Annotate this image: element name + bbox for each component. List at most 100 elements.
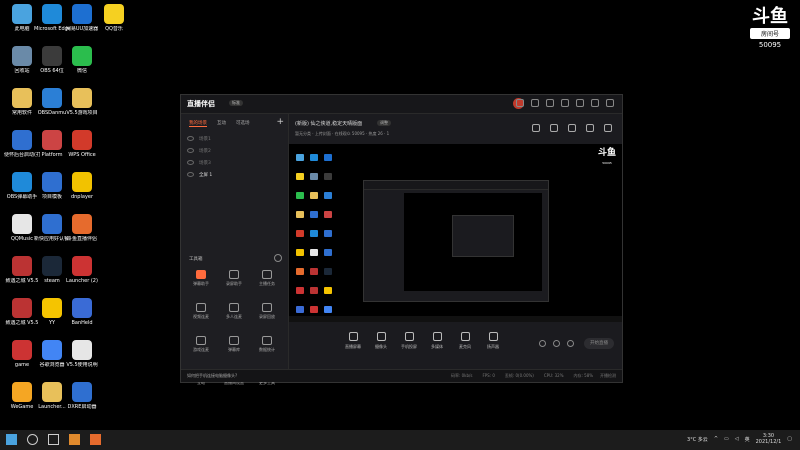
sidebar: 我的场景 互动 可选场 + 场景1 场景2 场景3 全屏 1 工具箱 弹幕助手录… [181,114,289,385]
source-button[interactable]: 扬声器 [479,332,507,350]
desktop-icon[interactable]: 微信 [64,46,100,74]
help-tip-link[interactable]: 如何把手机连接电脑摄像头? [187,373,237,379]
tool-icon [262,336,272,345]
preview-tools [532,124,612,132]
tab-my-scenes[interactable]: 我的场景 [189,120,207,127]
tool-button[interactable]: 主播任务 [253,270,281,287]
network-icon[interactable]: ▭ [724,436,729,442]
tab-optional[interactable]: 可选场 [236,120,250,127]
app-icon [42,172,62,192]
preview-icon [324,211,332,218]
tool-button[interactable]: 视频连麦 [187,303,215,320]
source-button[interactable]: 摄像头 [367,332,395,350]
preview-desktop-icons [293,148,343,322]
eye-icon[interactable] [187,148,194,153]
chevron-up-icon[interactable]: ^ [714,436,718,442]
version-badge[interactable]: 标准 [229,100,243,106]
source-button[interactable]: 直播屏幕 [339,332,367,350]
tool-button[interactable]: 录屏回放 [253,303,281,320]
weather[interactable]: 3°C 多云 [687,436,708,443]
live-companion-taskbar-icon[interactable] [90,434,101,445]
desktop-icon[interactable]: V5.5游戏项目 [64,88,100,116]
gear-icon[interactable] [567,340,574,347]
app-icon [72,214,92,234]
desktop-icon[interactable]: 斗鱼直播伴侣 [64,214,100,242]
add-scene-button[interactable]: + [276,117,284,127]
room-title[interactable]: (新版) 仙之侠道,稳定天晴版面 [295,120,362,127]
eye-icon[interactable] [187,160,194,165]
tool-button[interactable]: 弹幕助手 [187,270,215,287]
app-icon [42,130,62,150]
maximize-icon[interactable] [591,99,599,107]
desktop-icon[interactable]: WPS Office [64,130,100,158]
search-icon[interactable] [27,434,38,445]
settings-icon[interactable] [561,99,569,107]
desktop-icon[interactable]: DXRE启动器 [64,382,100,410]
volume-icon[interactable]: ◁ [735,436,739,442]
link-icon[interactable] [604,124,612,132]
tool-button[interactable]: 录屏助手 [220,270,248,287]
toolbox-collapse-icon[interactable] [274,254,282,262]
desktop-icon[interactable]: 网易UU加速器 [64,4,100,32]
message-icon[interactable] [516,99,524,107]
camera-small-icon[interactable] [539,340,546,347]
scene-item[interactable]: 场景3 [181,157,288,169]
app-icon [12,88,32,108]
lock-icon[interactable] [550,124,558,132]
desktop-icon-label: DXRE启动器 [67,404,97,410]
clock[interactable]: 3:30 2021/12/1 [756,433,782,445]
desktop-icon[interactable]: Launcher (2) [64,256,100,284]
eye-icon[interactable] [187,172,194,177]
gift-icon[interactable] [531,99,539,107]
shirt-icon[interactable] [546,99,554,107]
source-label: 麦克风 [459,344,471,349]
record-icon[interactable] [553,340,560,347]
scene-item[interactable]: 场景2 [181,145,288,157]
preview-icon [296,249,304,256]
start-live-button[interactable]: 开始直播 [584,338,614,349]
status-stat: CPU: 32% [543,373,564,378]
app-icon [42,298,62,318]
desktop-icon-label: V5.5使用说明 [66,362,98,368]
desktop-icon[interactable]: dnplayer [64,172,100,200]
tool-button[interactable]: 弹幕库 [220,336,248,353]
layout-icon[interactable] [532,124,540,132]
windows-start-icon[interactable] [6,434,17,445]
app-icon [72,172,92,192]
tool-label: 多人连麦 [226,314,242,319]
minimize-icon[interactable] [576,99,584,107]
app-icon [42,340,62,360]
file-explorer-icon[interactable] [69,434,80,445]
source-button[interactable]: 手机投屏 [395,332,423,350]
app-icon [42,4,62,24]
tool-button[interactable]: 多人连麦 [220,303,248,320]
notification-icon[interactable]: ▢ [787,436,792,442]
tab-interact[interactable]: 互动 [217,120,226,127]
tool-button[interactable]: 游戏连麦 [187,336,215,353]
scene-item[interactable]: 场景1 [181,133,288,145]
share-icon[interactable] [568,124,576,132]
preview-icon [310,249,318,256]
tool-button[interactable]: 数据统计 [253,336,281,353]
task-view-icon[interactable] [48,434,59,445]
eye-icon[interactable] [187,136,194,141]
desktop-icon[interactable]: QQ音乐 [96,4,132,32]
taskbar-left [6,434,101,445]
close-icon[interactable] [606,99,614,107]
preview-icon [324,230,332,237]
desktop-icon-label: BanHeld [71,320,93,326]
source-button[interactable]: 麦克风 [451,332,479,350]
source-button[interactable]: 多媒体 [423,332,451,350]
desktop-icon[interactable]: BanHeld [64,298,100,326]
scene-item[interactable]: 全屏 1 [181,169,288,181]
tool-label: 弹幕库 [228,347,240,352]
live-preview[interactable]: 斗鱼 50095 [289,144,622,322]
bell-icon[interactable] [586,124,594,132]
desktop-icon[interactable]: V5.5使用说明 [64,340,100,368]
source-icon [460,332,470,341]
room-tag[interactable]: 调整 [377,120,391,126]
live-check-link[interactable]: 开播检测 [600,373,616,379]
ime-icon[interactable]: 英 [745,436,750,443]
source-label: 直播屏幕 [345,344,361,349]
preview-icon [324,306,332,313]
